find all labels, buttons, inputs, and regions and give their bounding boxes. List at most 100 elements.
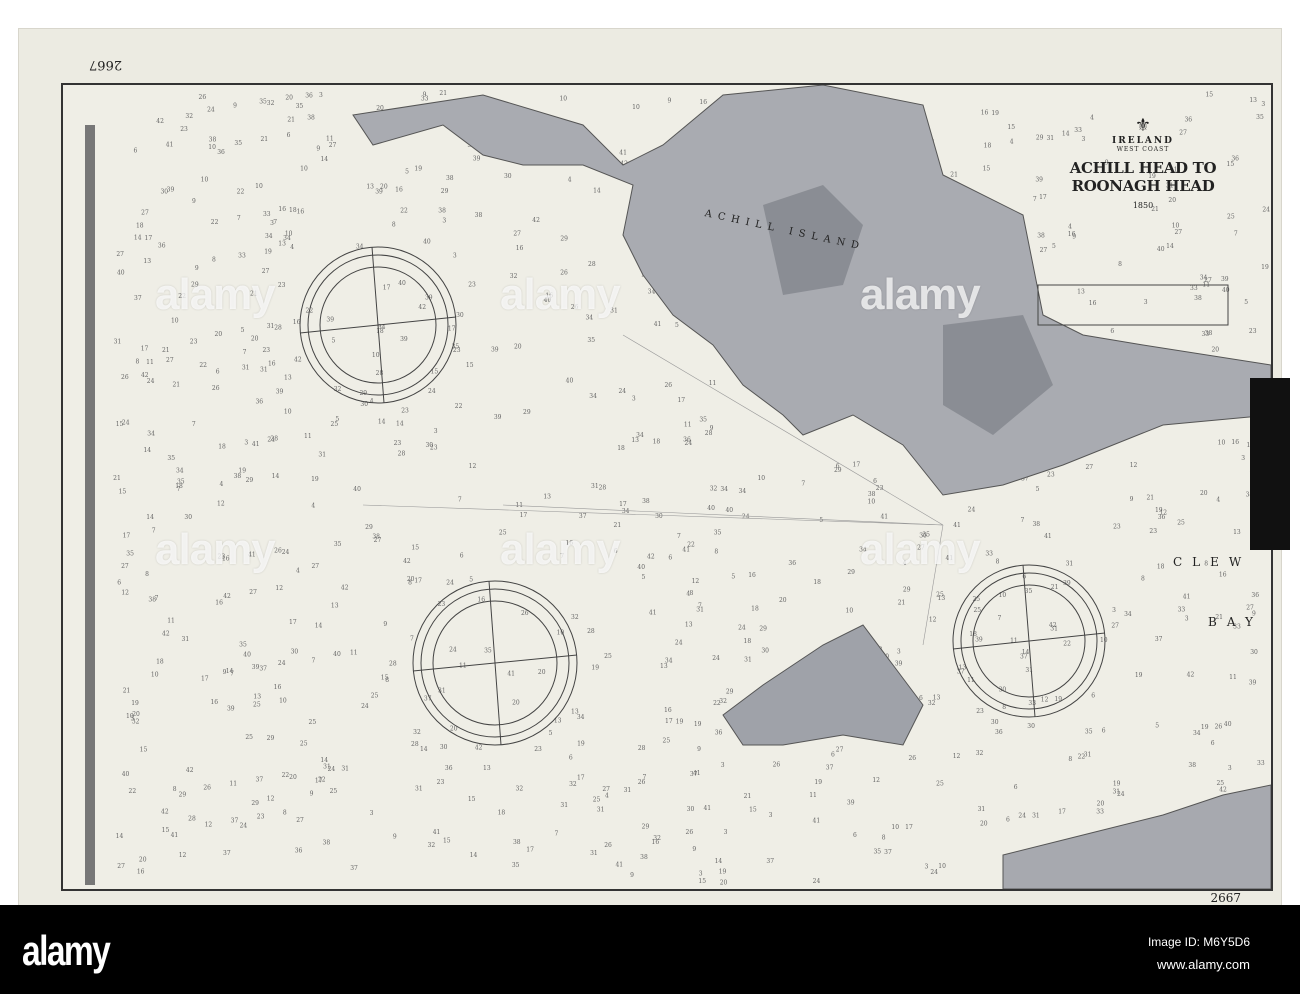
svg-text:26: 26 — [199, 94, 207, 101]
svg-text:35: 35 — [1025, 588, 1033, 595]
svg-text:18: 18 — [289, 207, 297, 214]
svg-text:39: 39 — [252, 664, 260, 671]
place-label: CLEW — [1173, 555, 1252, 569]
svg-text:40: 40 — [725, 507, 733, 514]
svg-text:28: 28 — [398, 450, 406, 457]
svg-text:26: 26 — [604, 842, 612, 849]
svg-text:40: 40 — [333, 651, 341, 658]
svg-text:12: 12 — [205, 822, 213, 829]
svg-text:37: 37 — [223, 850, 231, 857]
svg-text:5: 5 — [1052, 243, 1056, 250]
svg-text:15: 15 — [443, 837, 451, 844]
svg-text:41: 41 — [654, 321, 662, 328]
tidal-information-table — [1037, 284, 1229, 326]
clare-island — [722, 624, 924, 746]
svg-text:9: 9 — [393, 833, 397, 840]
svg-text:22: 22 — [129, 788, 137, 795]
chart-country: IRELAND — [1112, 136, 1174, 146]
svg-text:8: 8 — [1118, 261, 1122, 268]
svg-text:12: 12 — [469, 463, 477, 470]
svg-text:31: 31 — [267, 323, 275, 330]
svg-text:40: 40 — [398, 280, 406, 287]
svg-text:37: 37 — [256, 776, 264, 783]
svg-text:29: 29 — [179, 792, 187, 799]
svg-text:16: 16 — [1089, 300, 1097, 307]
watermark: alamy — [155, 270, 276, 319]
svg-text:31: 31 — [1050, 625, 1058, 632]
svg-text:3: 3 — [1144, 299, 1148, 306]
svg-text:41: 41 — [693, 770, 701, 777]
svg-text:14: 14 — [1166, 243, 1174, 250]
svg-text:42: 42 — [141, 372, 149, 379]
alamy-logo[interactable]: alamy — [22, 927, 111, 975]
map-frame: 7232634229104141259129171212331142820361… — [61, 57, 1273, 905]
svg-text:20: 20 — [215, 331, 223, 338]
svg-text:7: 7 — [643, 774, 647, 781]
svg-text:23: 23 — [394, 440, 402, 447]
svg-text:30: 30 — [184, 514, 192, 521]
svg-text:20: 20 — [720, 879, 728, 886]
svg-text:34: 34 — [176, 467, 184, 474]
svg-text:7: 7 — [237, 215, 241, 222]
svg-text:20: 20 — [980, 820, 988, 827]
svg-text:41: 41 — [813, 818, 821, 825]
watermark: alamy — [860, 270, 981, 319]
svg-text:19: 19 — [311, 476, 319, 483]
svg-text:24: 24 — [207, 107, 215, 114]
svg-text:5: 5 — [469, 576, 473, 583]
svg-text:10: 10 — [1218, 439, 1226, 446]
svg-text:36: 36 — [995, 729, 1003, 736]
svg-text:33: 33 — [1028, 700, 1036, 707]
svg-text:10: 10 — [868, 499, 876, 506]
svg-text:28: 28 — [270, 435, 278, 442]
svg-text:9: 9 — [692, 846, 696, 853]
svg-text:27: 27 — [329, 142, 337, 149]
svg-text:35: 35 — [1085, 729, 1093, 736]
svg-text:27: 27 — [513, 230, 521, 237]
svg-text:11: 11 — [684, 421, 692, 428]
svg-text:27: 27 — [116, 251, 124, 258]
svg-text:5: 5 — [549, 730, 553, 737]
svg-text:15: 15 — [1007, 124, 1015, 131]
title-cartouche: ⚜ IRELAND WEST COAST ACHILL HEAD TO ROON… — [1023, 115, 1263, 210]
svg-text:17: 17 — [414, 578, 422, 585]
site-url[interactable]: www.alamy.com — [1157, 957, 1250, 972]
svg-text:15: 15 — [116, 421, 124, 428]
svg-text:32: 32 — [185, 113, 193, 120]
svg-text:29: 29 — [365, 524, 373, 531]
svg-text:3: 3 — [244, 439, 248, 446]
svg-text:42: 42 — [186, 767, 194, 774]
svg-text:10: 10 — [891, 824, 899, 831]
svg-text:12: 12 — [267, 796, 275, 803]
svg-text:23: 23 — [401, 408, 409, 415]
svg-text:24: 24 — [968, 507, 976, 514]
svg-text:25: 25 — [1227, 214, 1235, 221]
svg-text:19: 19 — [694, 721, 702, 728]
svg-text:16: 16 — [274, 684, 282, 691]
svg-text:15: 15 — [468, 796, 476, 803]
svg-text:11: 11 — [1010, 638, 1018, 645]
svg-text:40: 40 — [637, 564, 645, 571]
svg-text:38: 38 — [1194, 295, 1202, 302]
svg-text:24: 24 — [742, 514, 750, 521]
svg-text:34: 34 — [636, 432, 644, 439]
svg-text:11: 11 — [229, 780, 237, 787]
svg-text:26: 26 — [521, 610, 529, 617]
svg-text:8: 8 — [212, 256, 216, 263]
svg-text:17: 17 — [1058, 808, 1066, 815]
svg-text:15: 15 — [983, 166, 991, 173]
svg-text:6: 6 — [668, 555, 672, 562]
svg-text:9: 9 — [710, 425, 714, 432]
watermark: alamy — [860, 525, 981, 574]
svg-text:37: 37 — [1020, 653, 1028, 660]
svg-text:10: 10 — [151, 671, 159, 678]
watermark: alamy — [500, 270, 621, 319]
svg-text:4: 4 — [1216, 496, 1220, 503]
svg-text:5: 5 — [1155, 723, 1159, 730]
svg-text:23: 23 — [437, 779, 445, 786]
svg-text:36: 36 — [305, 92, 313, 99]
svg-text:23: 23 — [1149, 528, 1157, 535]
svg-text:15: 15 — [466, 362, 474, 369]
svg-text:33: 33 — [1178, 606, 1186, 613]
svg-text:37: 37 — [579, 513, 587, 520]
